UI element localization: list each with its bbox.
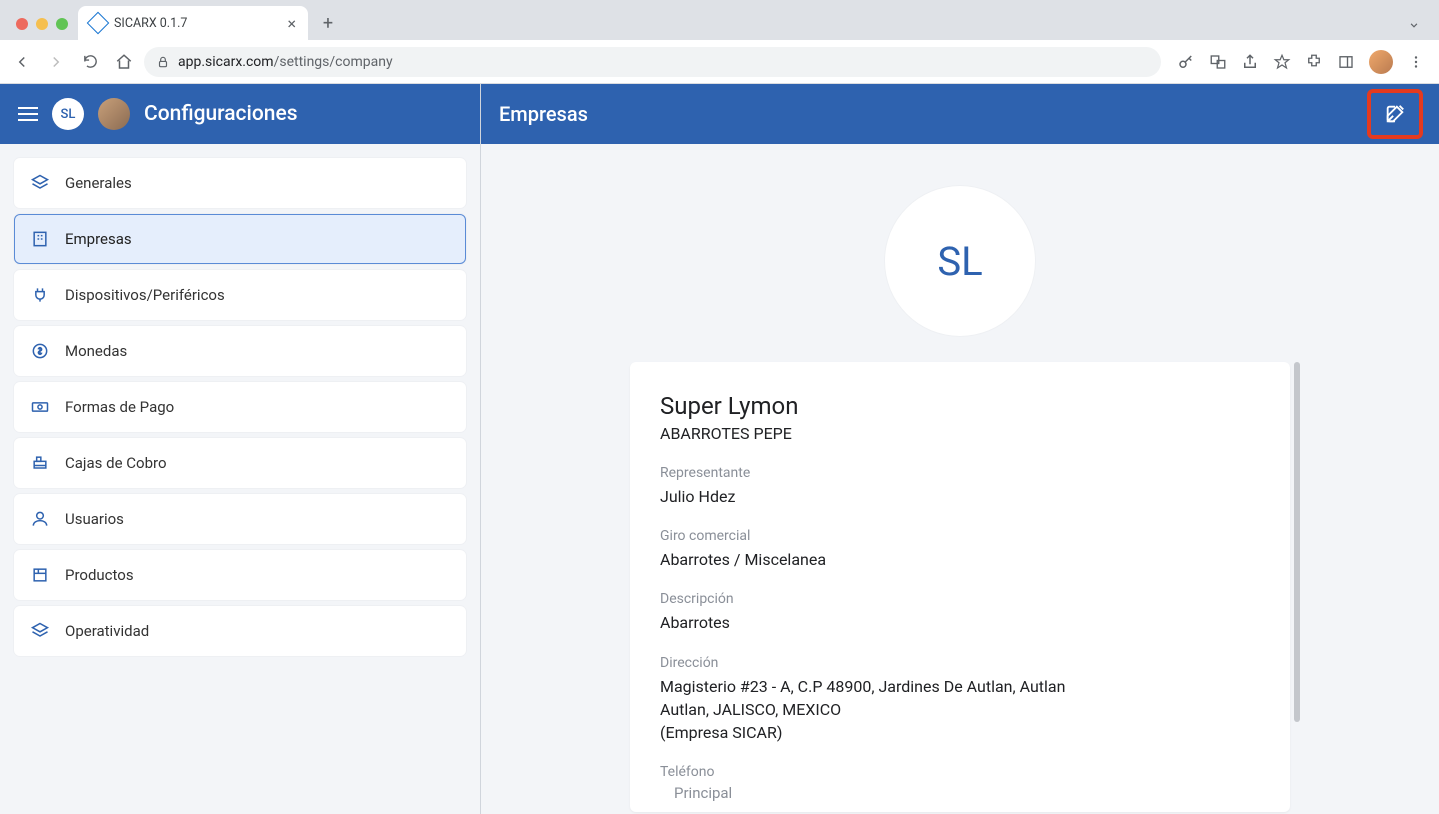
user-icon — [29, 508, 51, 530]
section-title: Empresas — [499, 102, 588, 126]
sidebar-item-monedas[interactable]: Monedas — [14, 326, 466, 376]
close-window-icon[interactable] — [16, 18, 28, 30]
sidepanel-icon[interactable] — [1337, 53, 1355, 71]
sidebar-item-usuarios[interactable]: Usuarios — [14, 494, 466, 544]
new-tab-button[interactable]: + — [314, 9, 342, 37]
company-name: Super Lymon — [660, 392, 1260, 420]
sidebar-item-formas-pago[interactable]: Formas de Pago — [14, 382, 466, 432]
translate-icon[interactable] — [1209, 53, 1227, 71]
sidebar-item-dispositivos[interactable]: Dispositivos/Periféricos — [14, 270, 466, 320]
reload-button[interactable] — [76, 48, 104, 76]
label-telefono: Teléfono — [660, 764, 1260, 780]
label-giro: Giro comercial — [660, 528, 1260, 544]
browser-tab[interactable]: SICARX 0.1.7 × — [78, 6, 308, 40]
value-descripcion: Abarrotes — [660, 611, 1260, 634]
company-avatar-large: SL — [885, 186, 1035, 336]
sidebar-label: Generales — [65, 174, 132, 192]
key-icon[interactable] — [1177, 53, 1195, 71]
scrollbar-thumb[interactable] — [1294, 362, 1300, 722]
browser-right-icons — [1167, 50, 1431, 74]
url-path: /settings/company — [274, 54, 393, 70]
company-card: Super Lymon ABARROTES PEPE Representante… — [630, 362, 1290, 812]
label-representante: Representante — [660, 465, 1260, 481]
tab-title: SICARX 0.1.7 — [114, 16, 187, 31]
home-button[interactable] — [110, 48, 138, 76]
appbar-right: Empresas — [481, 84, 1439, 144]
extensions-icon[interactable] — [1305, 53, 1323, 71]
bookmark-icon[interactable] — [1273, 53, 1291, 71]
edit-icon — [1384, 103, 1406, 125]
sidebar-item-operatividad[interactable]: Operatividad — [14, 606, 466, 656]
left-panel: SL Configuraciones Generales Empresas Di… — [0, 84, 480, 814]
tab-strip: SICARX 0.1.7 × + — [0, 0, 1439, 40]
minimize-window-icon[interactable] — [36, 18, 48, 30]
appbar-left: SL Configuraciones — [0, 84, 480, 144]
lock-icon — [156, 55, 170, 69]
box-icon — [29, 564, 51, 586]
browser-chrome: SICARX 0.1.7 × + app.sicarx.com/settings… — [0, 0, 1439, 84]
window-controls[interactable] — [8, 18, 78, 40]
sidebar-item-productos[interactable]: Productos — [14, 550, 466, 600]
forward-button[interactable] — [42, 48, 70, 76]
sidebar-label: Usuarios — [65, 510, 124, 528]
page-title: Configuraciones — [144, 102, 298, 126]
browser-toolbar: app.sicarx.com/settings/company — [0, 40, 1439, 84]
profile-avatar[interactable] — [1369, 50, 1393, 74]
plug-icon — [29, 284, 51, 306]
sidebar-label: Empresas — [65, 230, 132, 248]
label-descripcion: Descripción — [660, 591, 1260, 607]
tabs-dropdown-icon[interactable] — [1407, 18, 1421, 32]
label-telefono-principal: Principal — [660, 784, 1260, 802]
company-subtitle: ABARROTES PEPE — [660, 424, 1260, 443]
cash-register-icon — [29, 452, 51, 474]
back-button[interactable] — [8, 48, 36, 76]
content-area[interactable]: SL Super Lymon ABARROTES PEPE Representa… — [481, 144, 1439, 814]
favicon-icon — [87, 12, 110, 35]
url-domain: app.sicarx.com — [178, 54, 274, 70]
sidebar: Generales Empresas Dispositivos/Periféri… — [0, 144, 480, 670]
value-direccion: Magisterio #23 - A, C.P 48900, Jardines … — [660, 675, 1260, 745]
label-direccion: Dirección — [660, 655, 1260, 671]
share-icon[interactable] — [1241, 53, 1259, 71]
app-root: SL Configuraciones Generales Empresas Di… — [0, 84, 1439, 814]
sidebar-label: Cajas de Cobro — [65, 454, 167, 472]
close-tab-icon[interactable]: × — [287, 14, 296, 33]
sidebar-label: Dispositivos/Periféricos — [65, 286, 225, 304]
menu-button[interactable] — [18, 107, 38, 121]
menu-icon[interactable] — [1407, 53, 1425, 71]
building-icon — [29, 228, 51, 250]
sidebar-label: Formas de Pago — [65, 398, 174, 416]
company-avatar-small[interactable]: SL — [52, 98, 84, 130]
edit-button[interactable] — [1369, 91, 1421, 137]
sidebar-label: Monedas — [65, 342, 127, 360]
sidebar-item-generales[interactable]: Generales — [14, 158, 466, 208]
sidebar-item-cajas[interactable]: Cajas de Cobro — [14, 438, 466, 488]
cash-icon — [29, 396, 51, 418]
sidebar-label: Operatividad — [65, 622, 149, 640]
maximize-window-icon[interactable] — [56, 18, 68, 30]
currency-icon — [29, 340, 51, 362]
tag-icon — [29, 172, 51, 194]
sidebar-item-empresas[interactable]: Empresas — [14, 214, 466, 264]
user-avatar-small[interactable] — [98, 98, 130, 130]
right-panel: Empresas SL Super Lymon ABARROTES PEPE R… — [480, 84, 1439, 814]
address-bar[interactable]: app.sicarx.com/settings/company — [144, 47, 1161, 77]
value-representante: Julio Hdez — [660, 485, 1260, 508]
sidebar-label: Productos — [65, 566, 134, 584]
value-giro: Abarrotes / Miscelanea — [660, 548, 1260, 571]
settings-icon — [29, 620, 51, 642]
